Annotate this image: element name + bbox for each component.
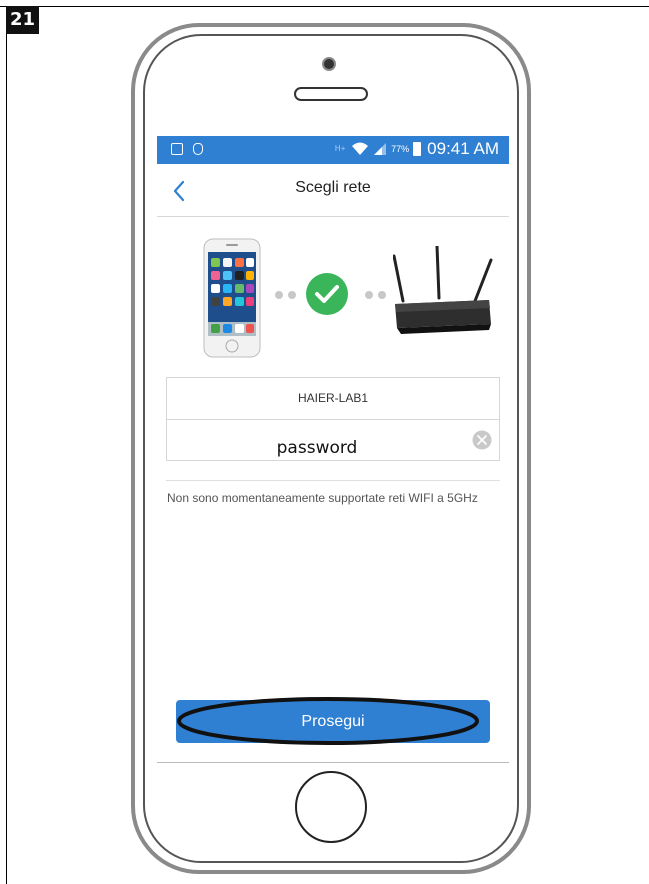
clear-circle-icon[interactable] [472,430,492,450]
step-number-badge: 21 [6,6,39,34]
connection-dot [275,291,283,299]
smartphone-image [203,238,261,358]
network-name-field[interactable]: HAIER-LAB1 [167,378,499,420]
password-field[interactable] [167,420,467,460]
connection-dot [288,291,296,299]
checkmark-circle-icon [306,273,348,315]
phone-camera [322,57,336,71]
battery-percent: 77% [391,144,410,154]
navigation-bar: Scegli rete [157,164,509,217]
unsupported-5ghz-note: Non sono momentaneamente supportate reti… [167,491,478,505]
connection-dot [378,291,386,299]
divider [166,480,500,481]
wifi-icon [352,142,369,155]
frame-left-border [6,6,7,884]
router-image [393,246,493,334]
page-title: Scegli rete [295,179,371,196]
status-time: 09:41 AM [427,139,499,158]
frame-top-border [0,6,649,7]
continue-button[interactable]: Prosegui [176,700,490,743]
phone-screen: H+ 77% 09:41 AM Scegli rete HAIER-LAB1 p… [157,136,509,763]
network-type-indicator: H+ [334,144,346,153]
battery-icon [413,142,422,156]
gallery-notification-icon [171,143,183,155]
phone-speaker [294,87,368,101]
phone-home-button[interactable] [295,771,367,843]
signal-strength-icon [374,143,387,155]
shield-notification-icon [193,143,203,155]
connection-illustration [157,216,509,366]
connection-dot [365,291,373,299]
status-bar: H+ 77% 09:41 AM [157,136,509,164]
wifi-credentials-form: HAIER-LAB1 [166,377,500,461]
